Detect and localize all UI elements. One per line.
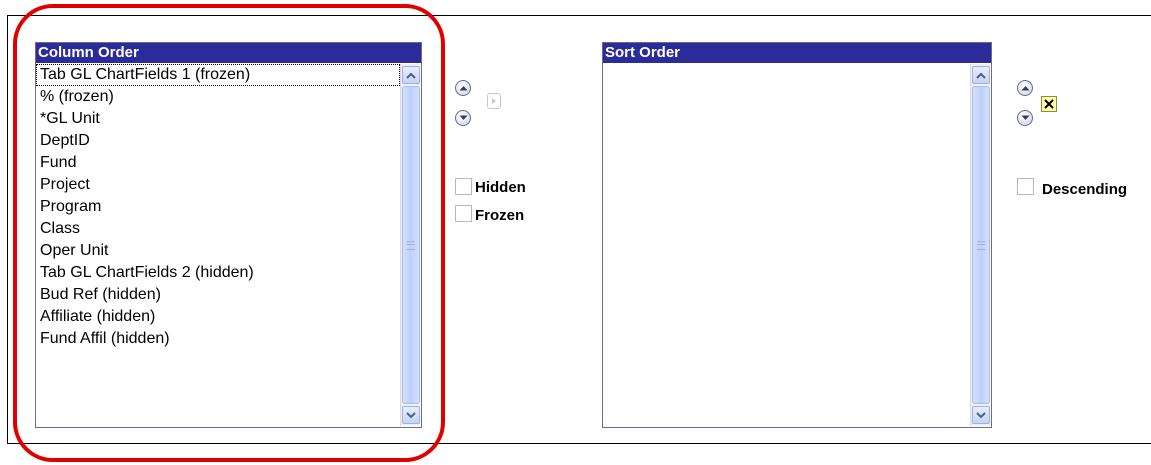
sort-order-panel: Sort Order [602, 42, 992, 428]
sort-move-up-button[interactable] [1017, 80, 1033, 96]
column-order-item[interactable]: Class [36, 218, 400, 240]
column-order-item[interactable]: Tab GL ChartFields 2 (hidden) [36, 262, 400, 284]
move-up-icon [1021, 86, 1029, 91]
column-order-item[interactable]: Program [36, 196, 400, 218]
column-order-item[interactable]: % (frozen) [36, 86, 400, 108]
column-order-item[interactable]: Oper Unit [36, 240, 400, 262]
descending-checkbox[interactable] [1017, 178, 1034, 195]
grip-icon [977, 240, 985, 250]
scroll-up-button[interactable] [402, 66, 420, 84]
move-down-icon [459, 115, 467, 120]
move-up-button[interactable] [455, 80, 471, 96]
column-order-panel: Column Order Tab GL ChartFields 1 (froze… [35, 42, 422, 428]
move-down-icon [1021, 115, 1029, 120]
frozen-checkbox[interactable] [455, 205, 472, 222]
scroll-down-button[interactable] [972, 406, 990, 424]
sort-order-header: Sort Order [603, 43, 991, 63]
scroll-up-arrow-icon [976, 72, 986, 79]
column-order-header: Column Order [36, 43, 421, 63]
add-to-sort-arrow-icon [492, 98, 496, 104]
column-order-item[interactable]: Affiliate (hidden) [36, 306, 400, 328]
column-order-item[interactable]: Fund Affil (hidden) [36, 328, 400, 350]
scroll-down-arrow-icon [976, 411, 986, 418]
column-order-item[interactable]: *GL Unit [36, 108, 400, 130]
hidden-checkbox[interactable] [455, 178, 472, 195]
move-up-icon [459, 86, 467, 91]
column-order-item[interactable]: Project [36, 174, 400, 196]
column-order-item[interactable]: Bud Ref (hidden) [36, 284, 400, 306]
descending-label: Descending [1042, 181, 1128, 198]
sort-order-scrollbar[interactable] [970, 64, 990, 426]
column-order-scrollbar[interactable] [400, 64, 420, 426]
column-order-item[interactable]: DeptID [36, 130, 400, 152]
sort-move-down-button[interactable] [1017, 110, 1033, 126]
scrollbar-thumb[interactable] [402, 86, 420, 404]
scroll-down-arrow-icon [406, 411, 416, 418]
scroll-down-button[interactable] [402, 406, 420, 424]
hidden-label: Hidden [475, 179, 526, 196]
column-order-item[interactable]: Fund [36, 152, 400, 174]
column-order-list[interactable]: Tab GL ChartFields 1 (frozen) % (frozen)… [36, 64, 400, 427]
scrollbar-thumb[interactable] [972, 86, 990, 404]
move-down-button[interactable] [455, 110, 471, 126]
delete-x-icon [1044, 99, 1054, 109]
remove-sort-button[interactable] [1041, 96, 1057, 112]
frozen-label: Frozen [475, 207, 525, 224]
scroll-up-arrow-icon [406, 72, 416, 79]
sort-order-list[interactable] [603, 64, 970, 427]
add-to-sort-button[interactable] [487, 93, 501, 109]
grip-icon [407, 240, 415, 250]
column-order-item[interactable]: Tab GL ChartFields 1 (frozen) [36, 64, 400, 86]
scroll-up-button[interactable] [972, 66, 990, 84]
